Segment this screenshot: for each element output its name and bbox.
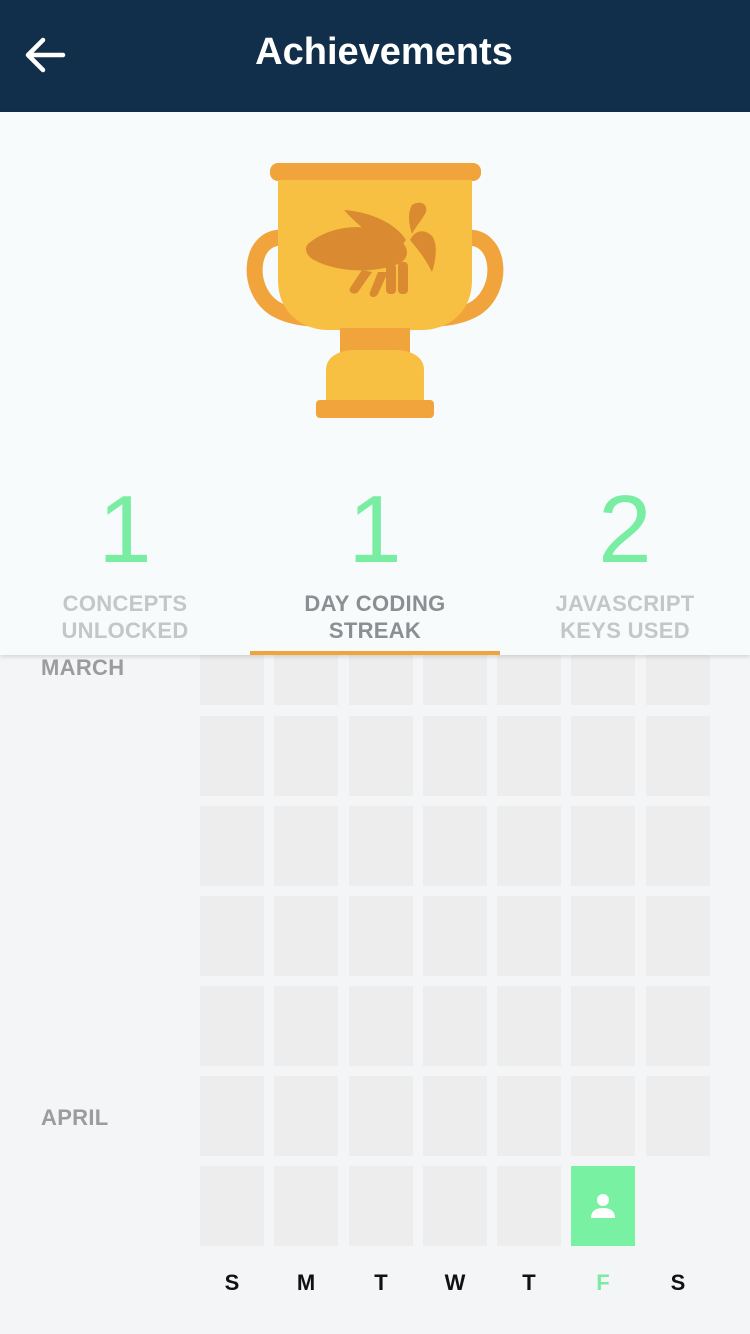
active-tab-underline bbox=[250, 651, 500, 655]
calendar-day bbox=[497, 716, 561, 796]
month-label-april: APRIL bbox=[41, 1105, 109, 1130]
calendar-day bbox=[274, 896, 338, 976]
stat-javascript-keys-used[interactable]: 2 JAVASCRIPT KEYS USED bbox=[500, 472, 750, 655]
stat-streak-count: 1 bbox=[348, 476, 402, 583]
calendar-day bbox=[423, 806, 487, 886]
calendar-day bbox=[200, 986, 264, 1066]
calendar-day bbox=[274, 986, 338, 1066]
calendar-day bbox=[349, 650, 413, 705]
calendar-day bbox=[423, 896, 487, 976]
calendar-day bbox=[274, 650, 338, 705]
calendar-day bbox=[646, 1076, 710, 1156]
stats-tabs: 1 CONCEPTS UNLOCKED 1 DAY CODING STREAK … bbox=[0, 472, 750, 655]
calendar-day bbox=[571, 716, 635, 796]
calendar-day bbox=[497, 806, 561, 886]
weekday-sunday: S bbox=[224, 1270, 240, 1295]
calendar-day bbox=[349, 896, 413, 976]
stat-concepts-unlocked[interactable]: 1 CONCEPTS UNLOCKED bbox=[0, 472, 250, 655]
stat-concepts-count: 1 bbox=[98, 476, 152, 583]
stat-concepts-label-line2: UNLOCKED bbox=[61, 618, 189, 643]
calendar-day bbox=[497, 650, 561, 705]
calendar-day bbox=[349, 716, 413, 796]
calendar-day bbox=[200, 716, 264, 796]
stat-concepts-label-line1: CONCEPTS bbox=[62, 591, 188, 616]
calendar-day bbox=[497, 1166, 561, 1246]
achievements-screen: Achievements 1 CONCEPTS UNLOCKED 1 DAY C… bbox=[0, 0, 750, 1334]
calendar-day bbox=[571, 896, 635, 976]
calendar-day bbox=[646, 896, 710, 976]
stat-keys-label-line1: JAVASCRIPT bbox=[555, 591, 695, 616]
calendar-day bbox=[274, 1076, 338, 1156]
streak-calendar: MARCH APRIL S M T W T F S bbox=[0, 650, 750, 1334]
calendar-day bbox=[349, 1076, 413, 1156]
calendar-day bbox=[274, 716, 338, 796]
calendar-day bbox=[200, 896, 264, 976]
weekday-tuesday: T bbox=[374, 1270, 388, 1295]
calendar-day bbox=[497, 986, 561, 1066]
calendar-day bbox=[497, 896, 561, 976]
weekday-thursday: T bbox=[522, 1270, 536, 1295]
app-header: Achievements bbox=[0, 0, 750, 112]
weekday-saturday: S bbox=[670, 1270, 686, 1295]
stat-keys-label-line2: KEYS USED bbox=[560, 618, 690, 643]
stat-streak-label-line1: DAY CODING bbox=[304, 591, 446, 616]
weekday-wednesday: W bbox=[444, 1270, 466, 1295]
stat-keys-count: 2 bbox=[598, 476, 652, 583]
stat-streak-label-line2: STREAK bbox=[328, 618, 422, 643]
achievement-summary-panel: 1 CONCEPTS UNLOCKED 1 DAY CODING STREAK … bbox=[0, 112, 750, 655]
person-icon bbox=[591, 1194, 615, 1218]
calendar-day bbox=[423, 1166, 487, 1246]
calendar-day-active bbox=[571, 1166, 635, 1246]
month-label-march: MARCH bbox=[41, 655, 125, 680]
calendar-day bbox=[349, 986, 413, 1066]
calendar-day bbox=[349, 806, 413, 886]
calendar-day bbox=[200, 650, 264, 705]
calendar-day bbox=[646, 986, 710, 1066]
calendar-day bbox=[274, 1166, 338, 1246]
stat-streak-label: DAY CODING STREAK bbox=[250, 590, 500, 644]
calendar-day bbox=[200, 1166, 264, 1246]
calendar-day bbox=[423, 650, 487, 705]
calendar-day bbox=[571, 1076, 635, 1156]
stat-day-coding-streak[interactable]: 1 DAY CODING STREAK bbox=[250, 472, 500, 655]
trophy-grasshopper-icon bbox=[246, 163, 504, 418]
calendar-day bbox=[497, 1076, 561, 1156]
stat-concepts-label: CONCEPTS UNLOCKED bbox=[0, 590, 250, 644]
calendar-day bbox=[571, 806, 635, 886]
calendar-day bbox=[571, 986, 635, 1066]
weekday-monday: M bbox=[296, 1270, 316, 1295]
calendar-day bbox=[423, 716, 487, 796]
weekday-friday: F bbox=[596, 1270, 610, 1295]
calendar-day bbox=[646, 806, 710, 886]
calendar-day bbox=[423, 986, 487, 1066]
calendar-day bbox=[423, 1076, 487, 1156]
calendar-day bbox=[200, 806, 264, 886]
calendar-day bbox=[571, 650, 635, 705]
calendar-day bbox=[274, 806, 338, 886]
calendar-day bbox=[349, 1166, 413, 1246]
calendar-day bbox=[646, 650, 710, 705]
stat-keys-label: JAVASCRIPT KEYS USED bbox=[500, 590, 750, 644]
page-title: Achievements bbox=[255, 31, 513, 73]
calendar-day bbox=[200, 1076, 264, 1156]
calendar-day bbox=[646, 716, 710, 796]
